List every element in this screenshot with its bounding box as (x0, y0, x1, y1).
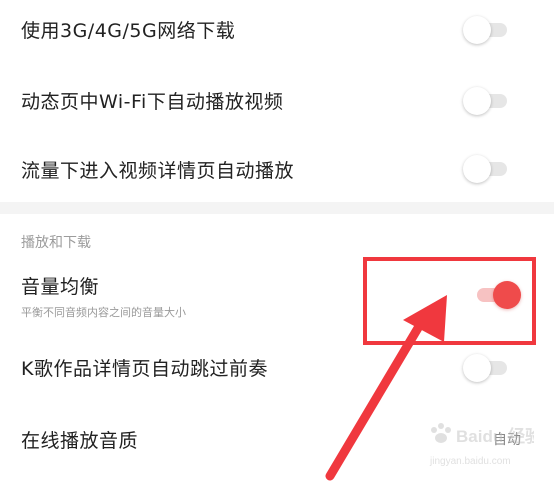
baidu-watermark-logo: Baidu 经验 jingyan.baidu.com (424, 420, 543, 472)
baidu-paw-icon: Baidu 经验 jingyan.baidu.com (429, 423, 543, 467)
watermark-text: Baidu 经验 (456, 426, 534, 446)
annotation-arrow-icon (325, 295, 447, 481)
watermark-sub: jingyan.baidu.com (429, 456, 511, 467)
